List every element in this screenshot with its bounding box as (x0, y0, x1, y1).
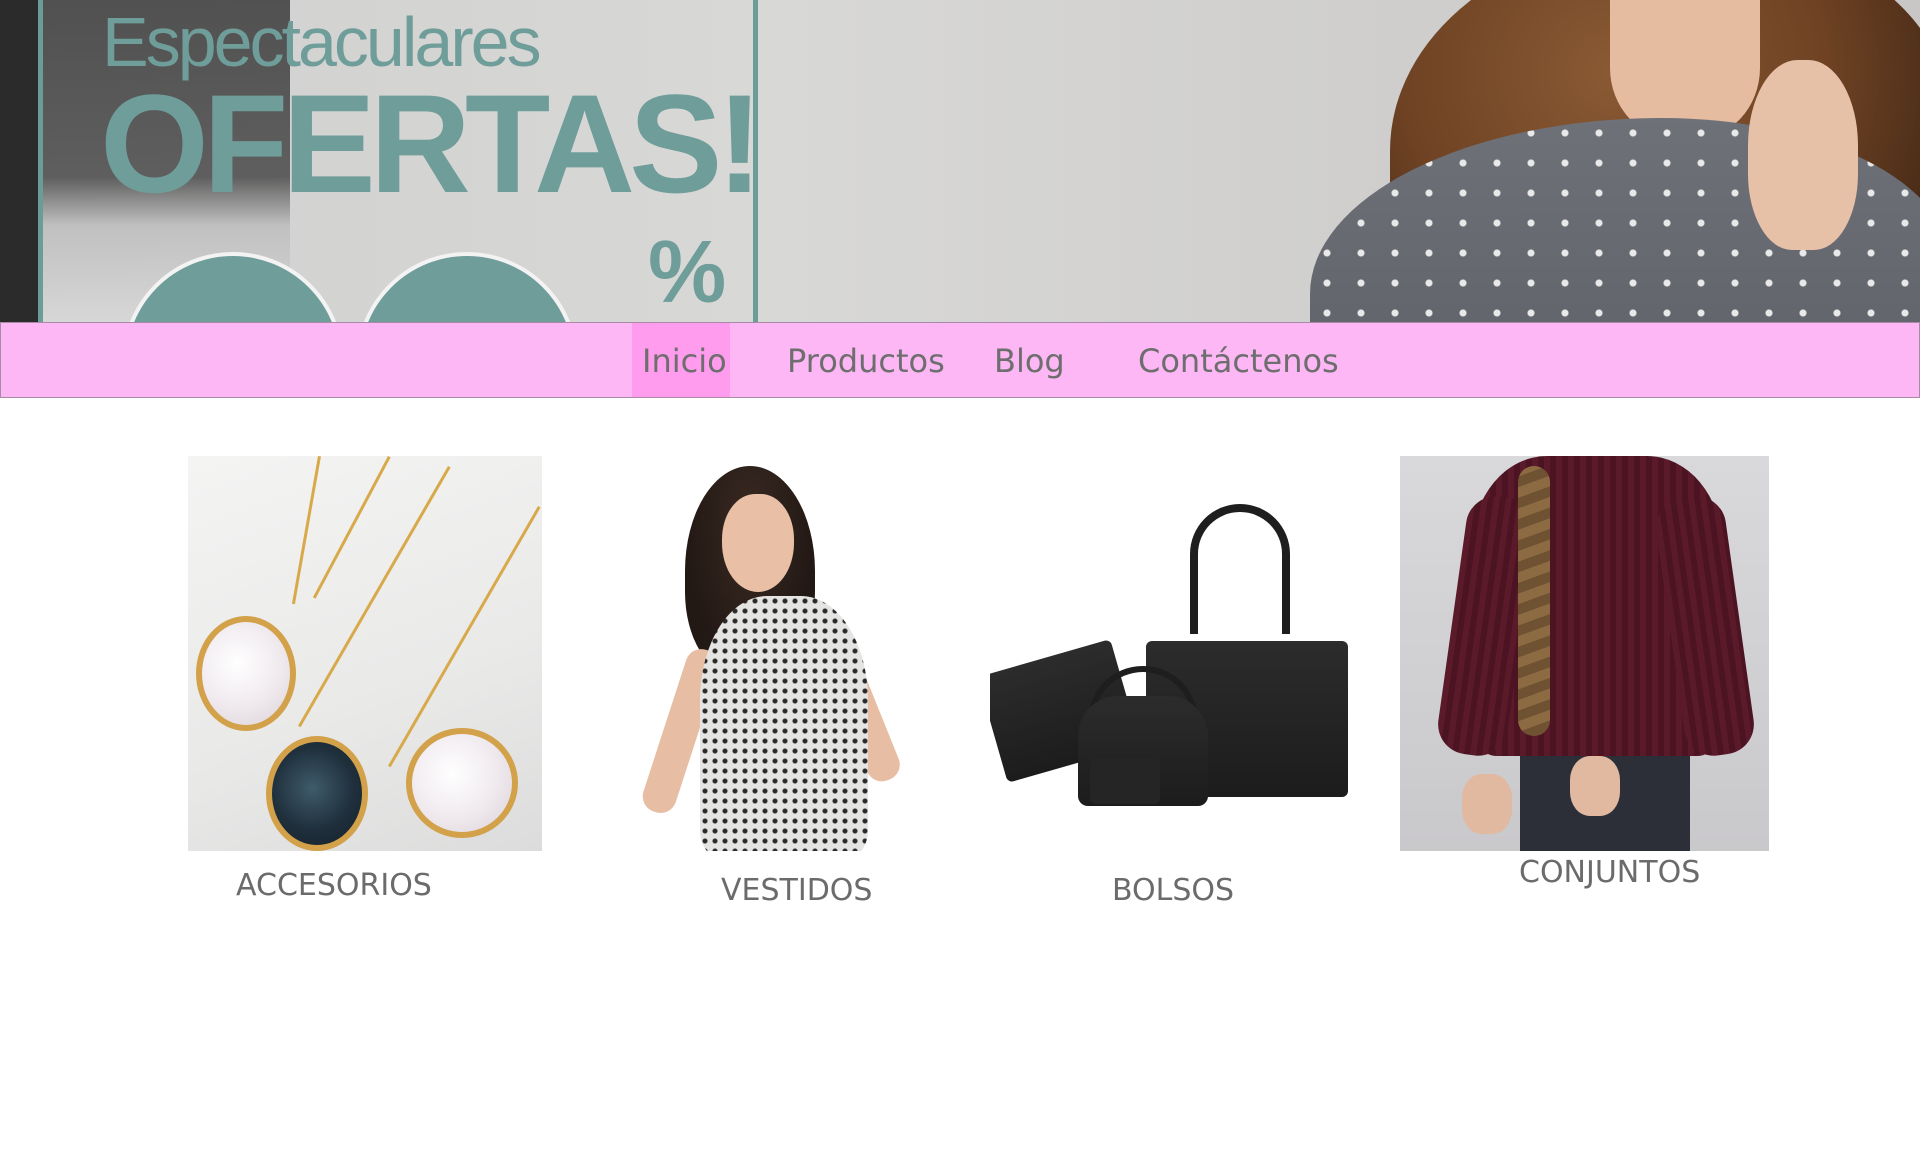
category-image-vestidos[interactable] (640, 456, 910, 851)
necklace-chain (298, 466, 451, 728)
model-face (722, 494, 794, 592)
category-image-conjuntos[interactable] (1400, 456, 1769, 851)
hand (1462, 774, 1512, 834)
category-image-accesorios[interactable] (188, 456, 542, 851)
necklace-chain (291, 456, 321, 605)
banner-percent-sign: % (648, 222, 727, 321)
main-nav: Inicio Productos Blog Contáctenos (0, 322, 1920, 398)
wallet (1090, 758, 1160, 804)
nav-item-contactenos[interactable]: Contáctenos (1138, 323, 1339, 397)
banner-headline-large: OFERTAS! (100, 65, 763, 222)
category-image-bolsos[interactable] (990, 456, 1360, 851)
necklace-chain (312, 456, 391, 599)
category-label-vestidos[interactable]: VESTIDOS (721, 873, 872, 908)
category-label-accesorios[interactable]: ACCESORIOS (236, 868, 432, 903)
pendant-white (406, 728, 518, 838)
category-label-bolsos[interactable]: BOLSOS (1112, 873, 1234, 908)
nav-item-inicio[interactable]: Inicio (632, 323, 730, 397)
banner-door (0, 0, 40, 322)
nav-item-productos[interactable]: Productos (787, 323, 945, 397)
pendant-dark (266, 736, 368, 851)
category-label-conjuntos[interactable]: CONJUNTOS (1519, 855, 1700, 890)
bag-handle (1190, 504, 1290, 634)
nav-item-blog[interactable]: Blog (994, 323, 1065, 397)
model-dress (700, 596, 868, 851)
pendant-white (196, 616, 296, 731)
banner-model-hand (1748, 60, 1858, 250)
hand (1570, 756, 1620, 816)
braid (1518, 466, 1550, 736)
promo-banner: Espectaculares OFERTAS! % (0, 0, 1920, 322)
